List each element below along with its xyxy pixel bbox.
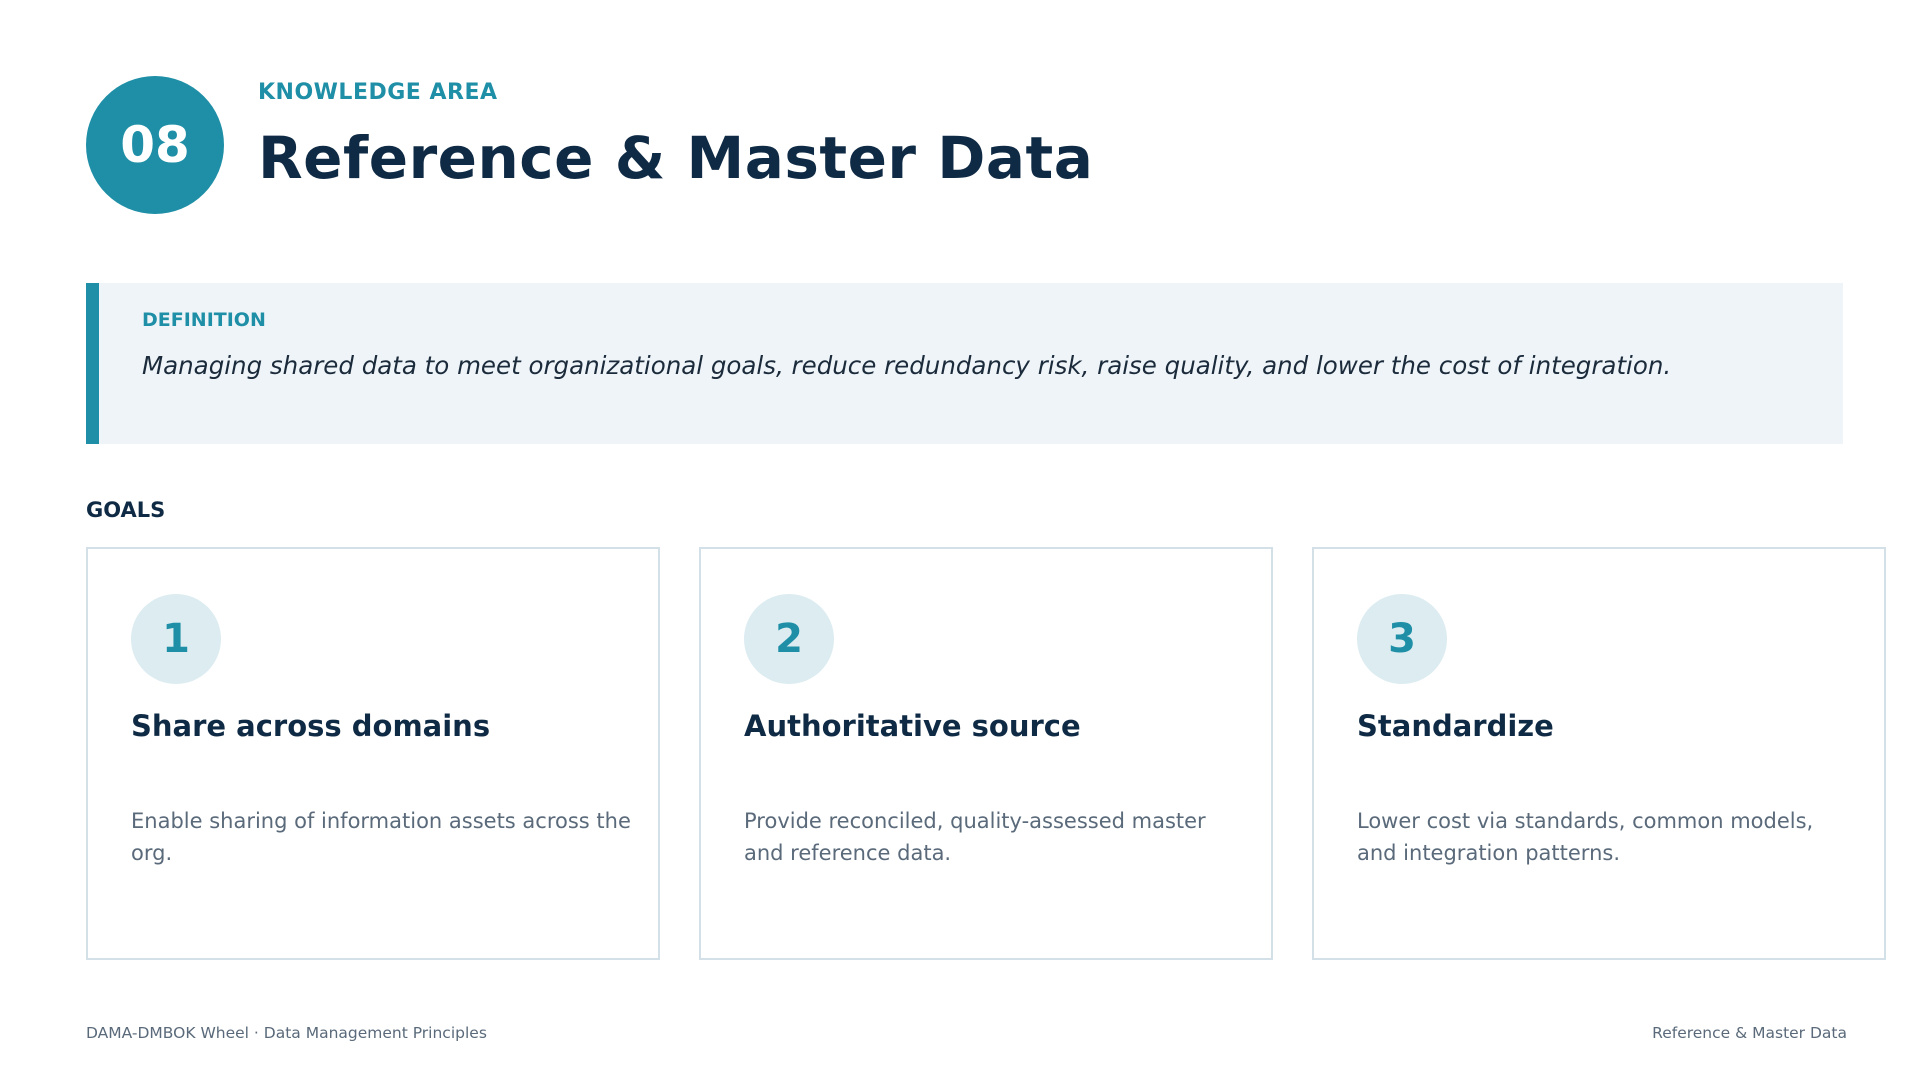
- goal-title: Authoritative source: [744, 709, 1081, 743]
- goal-card-3: 3 Standardize Lower cost via standards, …: [1312, 547, 1886, 960]
- goal-description: Lower cost via standards, common models,…: [1357, 809, 1814, 865]
- goal-title: Share across domains: [131, 709, 491, 743]
- goal-card-1: 1 Share across domains Enable sharing of…: [86, 547, 660, 960]
- knowledge-area-number-badge: 08: [86, 76, 224, 214]
- goal-number-badge: 1: [131, 594, 221, 684]
- definition-text: Managing shared data to meet organizatio…: [142, 351, 1672, 380]
- goal-number-badge: 3: [1357, 594, 1447, 684]
- footer-right: Reference & Master Data: [1652, 1024, 1847, 1042]
- page-title: Reference & Master Data: [258, 124, 1094, 192]
- goal-title: Standardize: [1357, 709, 1554, 743]
- goal-description: Provide reconciled, quality-assessed mas…: [744, 809, 1206, 865]
- goal-number-badge: 2: [744, 594, 834, 684]
- footer-left: DAMA-DMBOK Wheel · Data Management Princ…: [86, 1024, 487, 1042]
- goal-card-2: 2 Authoritative source Provide reconcile…: [699, 547, 1273, 960]
- goals-label: GOALS: [86, 498, 166, 522]
- kicker-label: KNOWLEDGE AREA: [258, 80, 498, 105]
- definition-panel: DEFINITION Managing shared data to meet …: [86, 283, 1843, 444]
- definition-label: DEFINITION: [142, 309, 266, 331]
- goal-description: Enable sharing of information assets acr…: [131, 809, 631, 865]
- slide: 08 KNOWLEDGE AREA Reference & Master Dat…: [0, 0, 1920, 1080]
